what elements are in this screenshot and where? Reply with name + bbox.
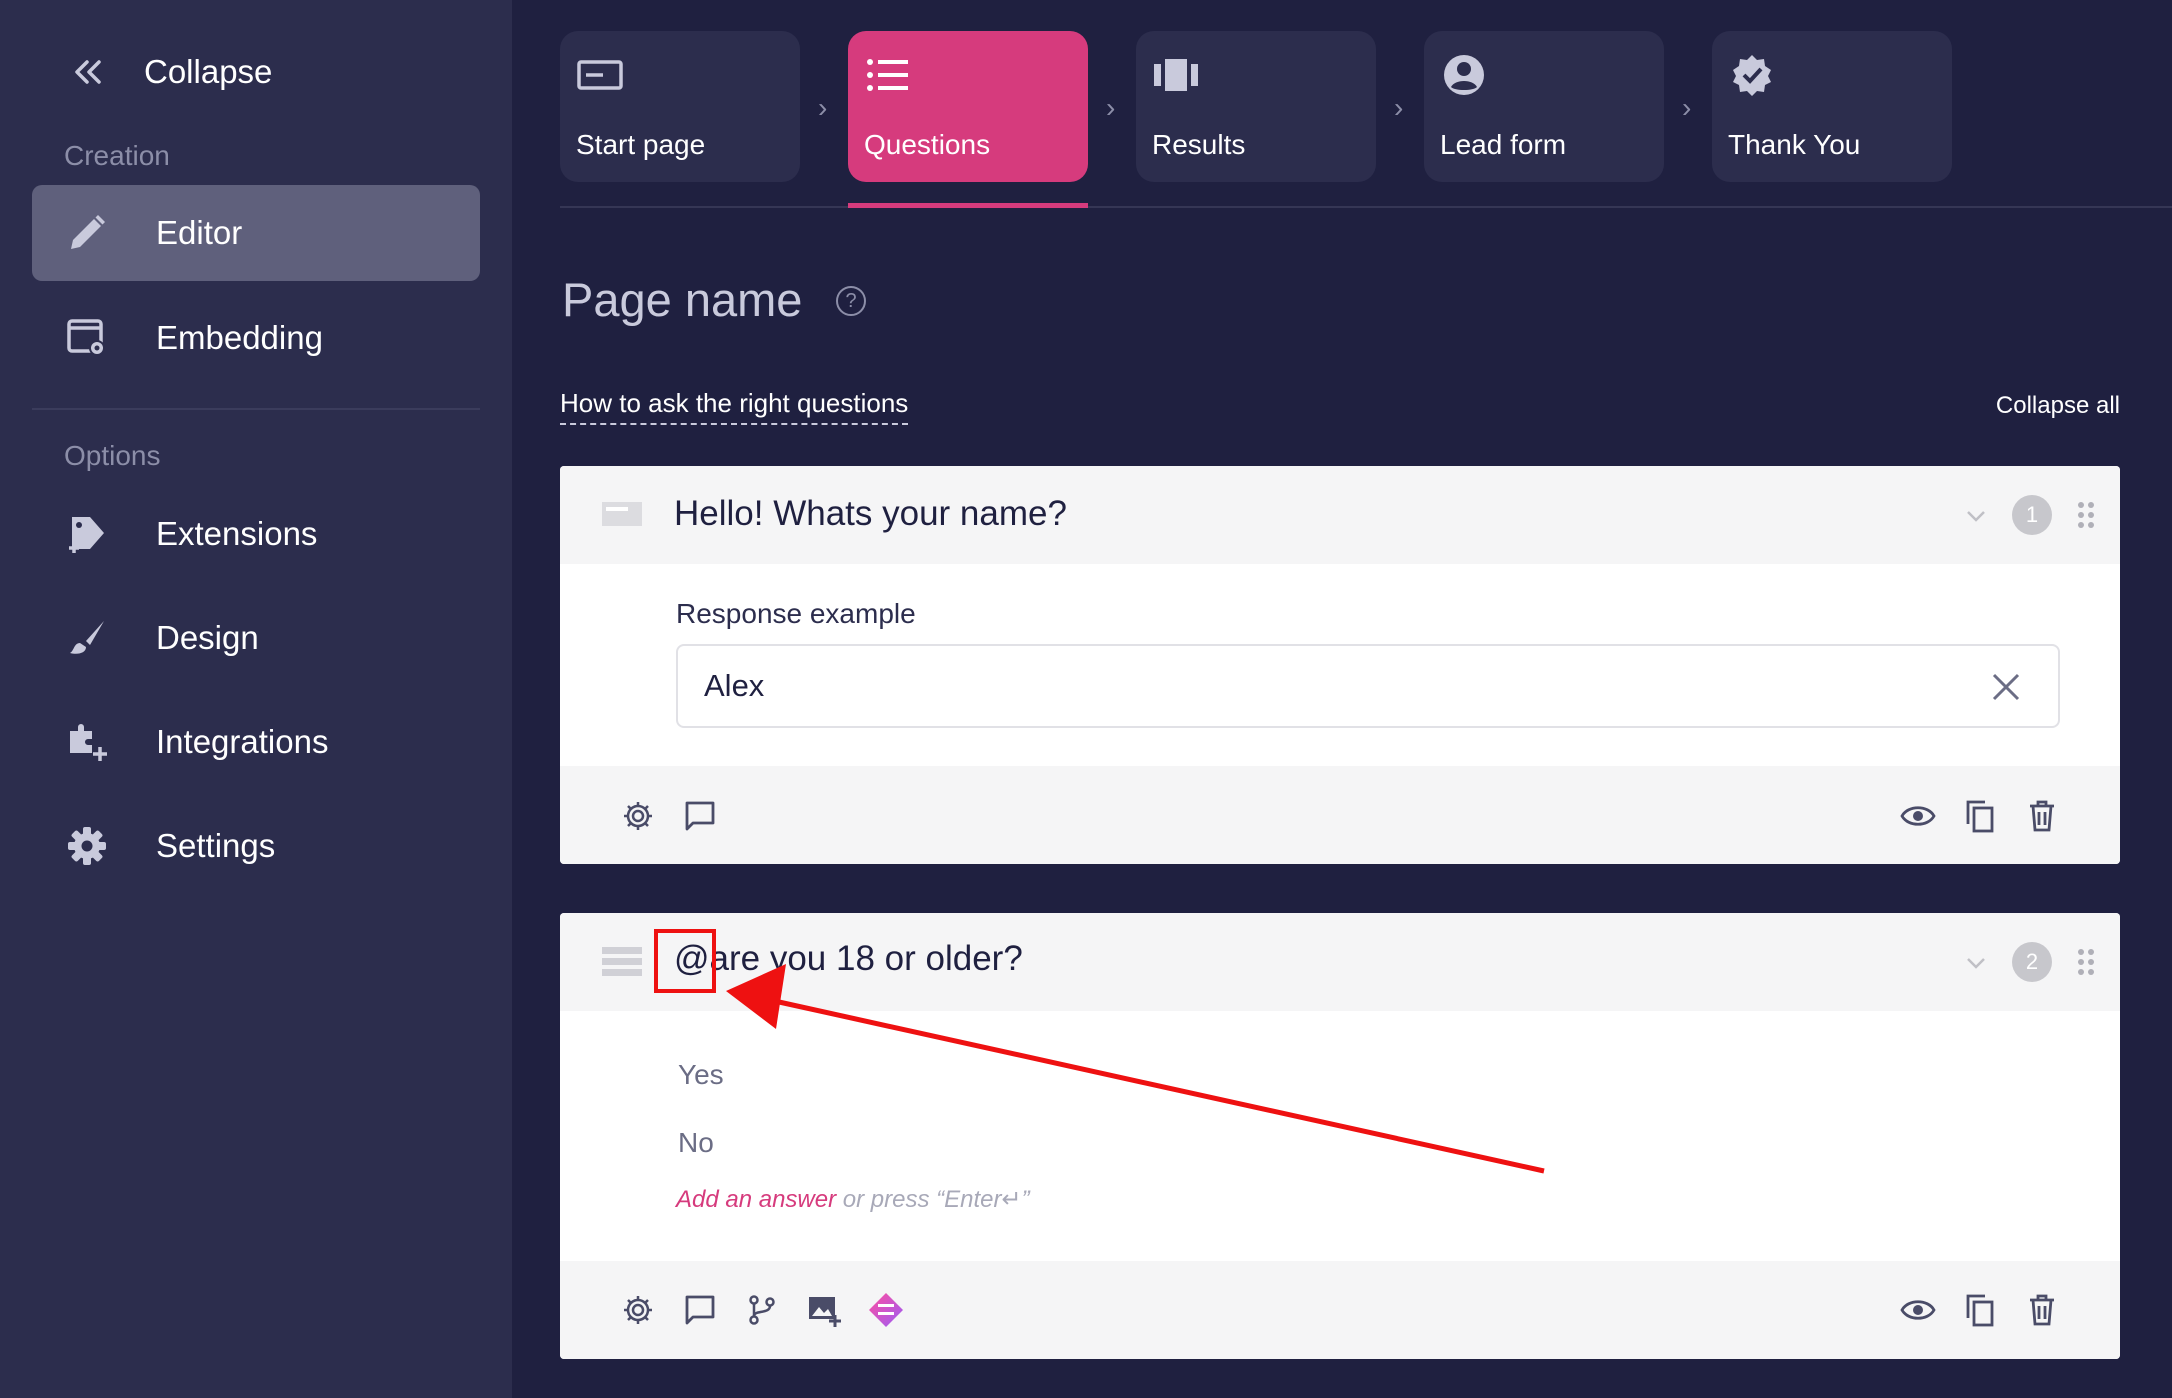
question-header[interactable]: Hello! Whats your name? 1	[560, 466, 2120, 564]
list-icon	[864, 51, 912, 99]
visibility-icon[interactable]	[1898, 1290, 1938, 1330]
settings-gear-icon[interactable]	[618, 1290, 658, 1330]
branch-logic-icon[interactable]	[742, 1290, 782, 1330]
sidebar-item-label: Settings	[156, 827, 276, 864]
chevron-right-icon: ›	[818, 92, 828, 123]
verified-badge-icon	[1728, 51, 1776, 99]
delete-icon[interactable]	[2022, 1290, 2062, 1330]
double-chevron-left-icon	[68, 52, 108, 92]
step-label: Results	[1152, 129, 1246, 160]
visibility-icon[interactable]	[1898, 796, 1938, 836]
delete-icon[interactable]	[2022, 796, 2062, 836]
sidebar-item-label: Design	[156, 619, 259, 656]
step-label: Lead form	[1440, 129, 1567, 160]
duplicate-icon[interactable]	[1960, 796, 2000, 836]
choice-list-icon	[600, 943, 644, 979]
question-number-badge: 1	[2012, 495, 2052, 535]
gear-icon	[66, 825, 108, 867]
response-example-label: Response example	[676, 598, 916, 629]
step-start-page[interactable]: Start page	[560, 31, 800, 182]
collapse-label: Collapse	[144, 53, 273, 90]
highlight-box	[654, 929, 716, 993]
chevron-down-icon[interactable]	[1964, 504, 1988, 528]
step-thank-you[interactable]: Thank You	[1712, 31, 1952, 182]
sidebar-item-embedding[interactable]: Embedding	[32, 290, 480, 386]
sidebar-item-design[interactable]: Design	[32, 590, 480, 686]
drag-handle-icon[interactable]	[2076, 947, 2096, 977]
integration-plus-icon	[66, 721, 108, 763]
question-toolbar	[560, 766, 2120, 864]
chevron-down-icon[interactable]	[1964, 951, 1988, 975]
sidebar-item-label: Integrations	[156, 723, 329, 760]
help-icon[interactable]: ?	[836, 286, 866, 316]
comment-icon[interactable]	[680, 796, 720, 836]
step-lead-form[interactable]: Lead form	[1424, 31, 1664, 182]
add-answer-hint: or press “Enter↵”	[836, 1186, 1030, 1213]
question-title[interactable]: @are you 18 or older?	[674, 939, 1023, 979]
sidebar: Collapse Creation Editor Embedding Optio…	[0, 0, 512, 1398]
drag-handle-icon[interactable]	[2076, 500, 2096, 530]
step-results[interactable]: Results	[1136, 31, 1376, 182]
guide-link[interactable]: How to ask the right questions	[560, 388, 909, 425]
sidebar-item-editor[interactable]: Editor	[32, 185, 480, 281]
add-answer-row: Add an answer or press “Enter↵”	[676, 1185, 1030, 1214]
account-circle-icon	[1440, 51, 1488, 99]
collapse-all-button[interactable]: Collapse all	[1996, 392, 2120, 420]
page-title: Page name	[562, 273, 803, 326]
start-page-icon	[576, 51, 624, 99]
answer-option[interactable]: No	[678, 1127, 714, 1159]
question-number-badge: 2	[2012, 942, 2052, 982]
settings-gear-icon[interactable]	[618, 796, 658, 836]
collapse-button[interactable]: Collapse	[68, 50, 272, 94]
sidebar-item-label: Editor	[156, 214, 243, 251]
brush-icon	[66, 617, 108, 659]
response-example-input[interactable]	[676, 644, 2060, 728]
close-icon[interactable]	[1990, 671, 2022, 703]
extension-tag-icon	[66, 513, 108, 555]
question-card-1: Hello! Whats your name? 1 Response examp…	[560, 466, 2120, 864]
question-title[interactable]: Hello! Whats your name?	[674, 494, 1067, 534]
add-image-icon[interactable]	[804, 1290, 844, 1330]
sidebar-item-extensions[interactable]: Extensions	[32, 486, 480, 582]
active-step-indicator	[848, 203, 1088, 208]
creation-section-label: Creation	[64, 140, 170, 171]
comment-icon[interactable]	[680, 1290, 720, 1330]
question-title-text: are you 18 or older?	[709, 939, 1023, 978]
sidebar-item-integrations[interactable]: Integrations	[32, 694, 480, 790]
results-icon	[1152, 51, 1200, 99]
embed-settings-icon	[66, 317, 108, 359]
steps-divider	[560, 206, 2172, 208]
question-toolbar	[560, 1261, 2120, 1359]
add-answer-link[interactable]: Add an answer	[676, 1186, 836, 1213]
chevron-right-icon: ›	[1106, 92, 1116, 123]
text-input-icon	[600, 496, 644, 532]
answer-option[interactable]: Yes	[678, 1059, 724, 1091]
step-label: Start page	[576, 129, 706, 160]
question-card-2: @are you 18 or older? 2 Yes No Add an an…	[560, 913, 2120, 1359]
chevron-right-icon: ›	[1394, 92, 1404, 123]
duplicate-icon[interactable]	[1960, 1290, 2000, 1330]
sidebar-item-label: Embedding	[156, 319, 323, 356]
options-section-label: Options	[64, 440, 161, 471]
pencil-icon	[66, 212, 108, 254]
answer-style-icon[interactable]	[866, 1290, 906, 1330]
sidebar-item-label: Extensions	[156, 515, 318, 552]
sidebar-item-settings[interactable]: Settings	[32, 798, 480, 894]
sidebar-divider	[32, 408, 480, 410]
step-label: Thank You	[1728, 129, 1861, 160]
chevron-right-icon: ›	[1682, 92, 1692, 123]
step-questions[interactable]: Questions	[848, 31, 1088, 182]
step-label: Questions	[864, 129, 991, 160]
question-header[interactable]: @are you 18 or older? 2	[560, 913, 2120, 1011]
